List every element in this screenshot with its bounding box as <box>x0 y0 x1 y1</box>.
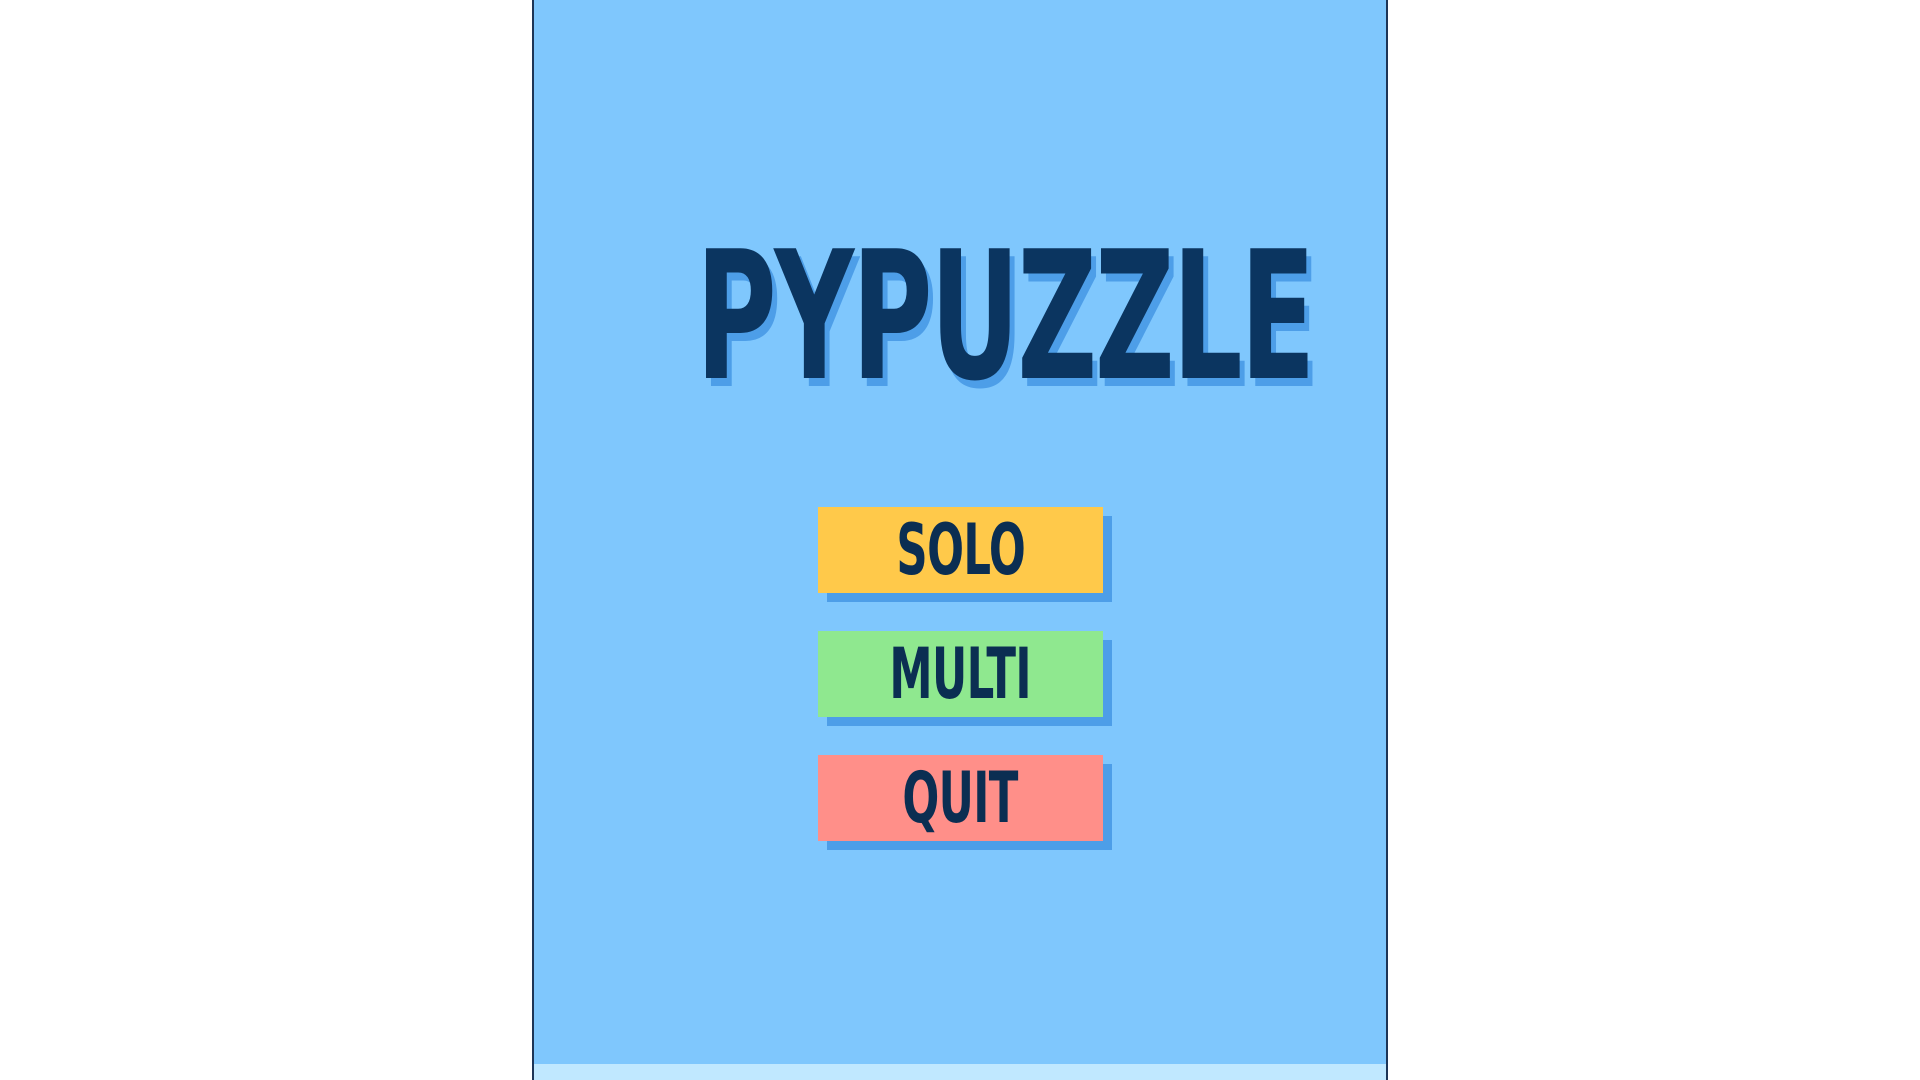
game-title: PYPUZZLE <box>695 213 1316 420</box>
game-window: PYPUZZLE SOLO MULTI QUIT <box>532 0 1388 1080</box>
multi-button-label: MULTI <box>889 633 1032 715</box>
multi-button[interactable]: MULTI <box>818 631 1103 717</box>
solo-button-label: SOLO <box>896 509 1025 591</box>
quit-button-label: QUIT <box>902 757 1019 839</box>
quit-button[interactable]: QUIT <box>818 755 1103 841</box>
bottom-strip <box>534 1064 1386 1080</box>
solo-button[interactable]: SOLO <box>818 507 1103 593</box>
